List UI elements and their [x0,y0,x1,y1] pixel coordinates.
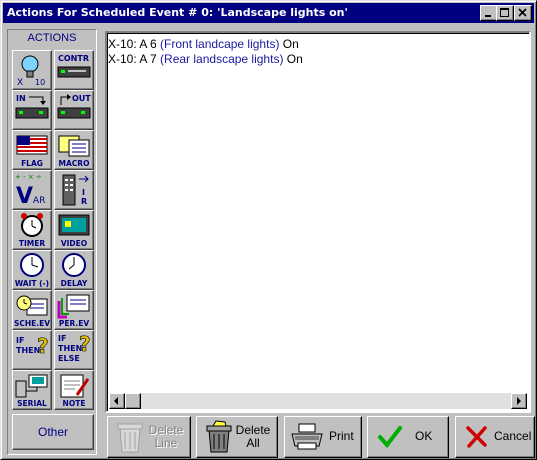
tool-output[interactable]: OUT OUT [54,90,94,130]
output-module-icon: OUT [57,94,91,119]
tool-serial[interactable]: SERIAL [12,370,52,410]
action-command: On [283,52,303,66]
close-icon [518,8,527,17]
tool-note[interactable]: NOTE [54,370,94,410]
delete-line-label-2: Line [154,436,178,450]
svg-text:CONTR: CONTR [58,54,89,63]
tool-label: WAIT (-) [14,279,50,288]
tool-x10[interactable]: X 10 X-10 [12,50,52,90]
svg-text:IN: IN [16,94,26,103]
cancel-button[interactable]: Cancel [455,416,535,458]
svg-text:ELSE: ELSE [58,354,80,363]
svg-text:+ - × ÷: + - × ÷ [15,173,42,181]
trash-can-icon [117,423,143,453]
scrollbar-thumb[interactable] [125,393,141,409]
actions-palette: ACTIONS X 10 X-10 CONTR CONTR IN [7,29,97,455]
svg-text:V: V [16,184,33,209]
svg-text:IF: IF [16,336,24,345]
tool-timer[interactable]: TIMER [12,210,52,250]
tool-label: DELAY [60,279,88,288]
maximize-icon [500,8,509,17]
palette-heading: ACTIONS [27,32,77,44]
window-title: Actions For Scheduled Event # 0: 'Landsc… [7,6,348,19]
tool-if-then[interactable]: IF THEN ? IF THEN [12,330,52,370]
tool-macro[interactable]: MACRO [54,130,94,170]
controller-icon: CONTR [57,54,91,78]
actions-list[interactable]: X-10: A 6 (Front landcape lights) On X-1… [105,31,531,413]
tool-label: SERIAL [17,399,47,408]
tool-if-then-else[interactable]: IF THEN ELSE ? IF THEN ELSE [54,330,94,370]
if-then-icon: IF THEN ? [16,334,49,359]
tool-video[interactable]: VIDEO [54,210,94,250]
action-prefix: X-10: A 7 [108,52,161,66]
actions-window: Actions For Scheduled Event # 0: 'Landsc… [0,0,537,460]
x10-bulb-icon: X 10 [17,55,45,88]
tool-variable[interactable]: + - × ÷ V AR VAR [12,170,52,210]
right-arrow-icon [517,397,521,405]
action-device: (Rear landscape lights) [160,52,284,66]
ir-remote-icon: I R [62,174,89,206]
svg-text:I: I [82,188,85,197]
tool-delay[interactable]: DELAY [54,250,94,290]
close-button[interactable] [514,5,532,21]
svg-text:IF: IF [58,334,66,343]
minimize-icon [485,15,491,17]
other-button[interactable]: Other [12,414,94,450]
svg-text:10: 10 [35,78,45,87]
tool-controller[interactable]: CONTR CONTR [54,50,94,90]
svg-text:R: R [81,197,87,206]
svg-text:OUT: OUT [72,94,91,103]
tool-flag[interactable]: FLAG [12,130,52,170]
action-prefix: X-10: A 6 [108,37,161,51]
tool-ir[interactable]: I R IR [54,170,94,210]
tool-label: PER.EV [58,319,90,328]
tool-label: NOTE [62,399,86,408]
tool-label: TIMER [18,239,46,248]
svg-text:X: X [17,78,23,88]
ok-button[interactable]: OK [367,416,449,458]
delete-all-button[interactable]: Delete All [196,416,278,458]
tool-periodic-event[interactable]: PER.EV [54,290,94,330]
tool-label: FLAG [21,159,43,168]
tool-label: MACRO [58,159,90,168]
tool-label: SCHE.EV [13,319,51,328]
delete-line-button[interactable]: Delete Line [107,416,191,458]
delete-all-label: Delete All [233,424,273,450]
input-module-icon: IN [15,94,49,119]
svg-text:?: ? [79,332,91,356]
tool-input[interactable]: IN IN [12,90,52,130]
delete-line-label: Delete Line [146,424,186,450]
svg-text:AR: AR [33,196,45,206]
variable-icon: + - × ÷ V AR [15,173,45,209]
cancel-label: Cancel [494,429,532,443]
left-arrow-icon [114,397,118,405]
delete-all-label-2: All [246,436,260,450]
scroll-right-button[interactable] [511,393,527,409]
printer-icon [291,423,323,450]
action-device: (Front landcape lights) [160,37,280,51]
checkmark-icon [378,426,402,449]
scroll-left-button[interactable] [109,393,125,409]
print-button[interactable]: Print [284,416,362,458]
cancel-x-icon [466,426,487,448]
full-trash-can-icon [206,420,232,453]
maximize-button[interactable] [496,5,514,21]
if-then-else-icon: IF THEN ELSE ? [58,332,91,363]
tool-scheduled-event[interactable]: SCHE.EV [12,290,52,330]
action-command: On [279,37,299,51]
horizontal-scrollbar[interactable] [109,393,527,409]
svg-text:?: ? [37,334,49,358]
title-bar[interactable]: Actions For Scheduled Event # 0: 'Landsc… [3,3,534,23]
list-item[interactable]: X-10: A 7 (Rear landscape lights) On [108,52,303,67]
tool-label: VIDEO [60,239,88,248]
list-item[interactable]: X-10: A 6 (Front landcape lights) On [108,37,299,52]
tool-wait[interactable]: WAIT (-) [12,250,52,290]
ok-label: OK [415,429,433,443]
print-label: Print [329,429,354,443]
